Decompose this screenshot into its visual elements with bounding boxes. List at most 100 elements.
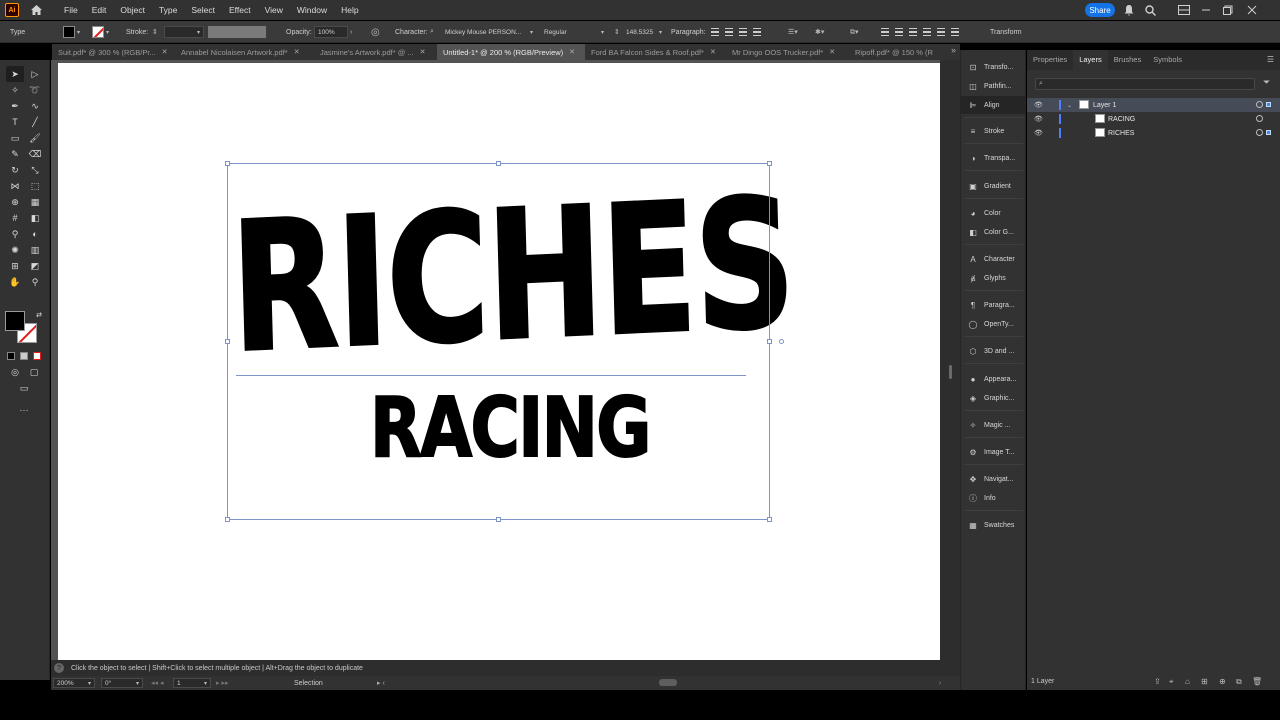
stepper-icon[interactable]: ⇕ — [614, 28, 620, 36]
selection-indicator[interactable] — [1266, 130, 1271, 135]
horizontal-scrollbar-thumb[interactable] — [659, 679, 677, 686]
zoom-tool-icon[interactable]: ⚲ — [26, 274, 44, 290]
vertical-align-top-icon[interactable] — [923, 28, 931, 36]
font-style-field[interactable]: Regular ▾ — [541, 26, 607, 38]
scale-tool-icon[interactable]: ⤡ — [26, 162, 44, 178]
previous-artboard-icon[interactable]: ◂◂ ◂ — [151, 679, 164, 687]
next-artboard-icon[interactable]: ▸ ▸▸ — [216, 679, 229, 687]
panel-gradient[interactable]: ▣ Gradient — [961, 177, 1025, 195]
tab-jasmine[interactable]: Jasmine's Artwork.pdf* @ ... ✕ — [314, 44, 437, 60]
menu-object[interactable]: Object — [113, 0, 152, 20]
close-icon[interactable]: ✕ — [569, 48, 575, 56]
panel-pathfinder[interactable]: ◫ Pathfin... — [961, 77, 1025, 95]
scroll-right-icon[interactable]: › — [939, 680, 941, 687]
layer-name[interactable]: Layer 1 — [1093, 102, 1116, 109]
horizontal-align-right-icon[interactable] — [909, 28, 917, 36]
panel-glyphs[interactable]: ⱥ Glyphs — [961, 269, 1025, 287]
fill-color-icon[interactable] — [5, 311, 25, 331]
panel-paragraph[interactable]: ¶ Paragra... — [961, 296, 1025, 314]
eyedropper-tool-icon[interactable]: ⚲ — [6, 226, 24, 242]
tab-symbols[interactable]: Symbols — [1147, 50, 1188, 70]
panel-opentype[interactable]: ◯ OpenTy... — [961, 315, 1025, 333]
resize-handle-right[interactable] — [767, 339, 772, 344]
tab-mr-dingo[interactable]: Mr Dingo OOS Trucker.pdf* ✕ — [726, 44, 849, 60]
layer-name[interactable]: RICHES — [1108, 130, 1134, 137]
resize-handle-top-left[interactable] — [225, 161, 230, 166]
scrollbar-thumb[interactable] — [949, 365, 952, 379]
sublayer-row[interactable]: 👁 RACING — [1027, 112, 1280, 126]
lasso-tool-icon[interactable]: ➰ — [26, 82, 44, 98]
perspective-grid-tool-icon[interactable]: ▦ — [26, 194, 44, 210]
symbol-sprayer-tool-icon[interactable]: ✺ — [6, 242, 24, 258]
color-mode-icon[interactable] — [7, 352, 15, 360]
tab-brushes[interactable]: Brushes — [1108, 50, 1148, 70]
shaper-tool-icon[interactable]: ✎ — [6, 146, 24, 162]
visibility-eye-icon[interactable]: 👁 — [1034, 115, 1043, 123]
gradient-tool-icon[interactable]: ◧ — [26, 210, 44, 226]
vertical-align-bottom-icon[interactable] — [951, 28, 959, 36]
panel-stroke[interactable]: ≡ Stroke — [961, 122, 1025, 140]
close-icon[interactable]: ✕ — [294, 48, 300, 56]
new-sublayer-icon[interactable]: ⊞ — [1201, 677, 1208, 686]
horizontal-align-left-icon[interactable] — [881, 28, 889, 36]
free-transform-tool-icon[interactable]: ⬚ — [26, 178, 44, 194]
panel-transform[interactable]: ⊡ Transfo... — [961, 58, 1025, 76]
puppet-warp-icon[interactable]: ✱▾ — [815, 28, 824, 36]
selection-tool-icon[interactable]: ➤ — [6, 66, 24, 82]
close-icon[interactable] — [1246, 4, 1258, 16]
gradient-mode-icon[interactable] — [20, 352, 28, 360]
bell-icon[interactable] — [1123, 4, 1135, 16]
stroke-weight-field[interactable]: ▾ — [164, 26, 204, 38]
menu-select[interactable]: Select — [184, 0, 222, 20]
tab-ford-falcon[interactable]: Ford BA Falcon Sides & Roof.pdf* ✕ — [585, 44, 726, 60]
paintbrush-tool-icon[interactable]: 🖌 — [26, 130, 44, 146]
selection-bounding-box[interactable] — [225, 161, 784, 522]
clipping-mask-icon[interactable]: ⌂ — [1185, 677, 1190, 686]
layer-row[interactable]: 👁 ⌄ Layer 1 — [1027, 98, 1280, 112]
align-left-icon[interactable] — [711, 28, 719, 36]
tab-properties[interactable]: Properties — [1027, 50, 1073, 70]
font-size-field[interactable]: 148.5325 ▾ — [623, 26, 665, 38]
new-layer-icon[interactable]: ⊕ — [1219, 677, 1226, 686]
close-icon[interactable]: ✕ — [420, 48, 426, 56]
rotate-tool-icon[interactable]: ↻ — [6, 162, 24, 178]
blend-tool-icon[interactable]: ◐ — [26, 226, 44, 242]
share-button[interactable]: Share — [1085, 3, 1115, 17]
align-center-icon[interactable] — [725, 28, 733, 36]
layer-name[interactable]: RACING — [1108, 116, 1135, 123]
tab-untitled-1[interactable]: Untitled-1* @ 200 % (RGB/Preview) ✕ — [437, 44, 585, 60]
artboard-navigation[interactable]: 1 ▾ — [173, 678, 211, 688]
restore-icon[interactable] — [1222, 4, 1234, 16]
menu-file[interactable]: File — [57, 0, 85, 20]
layers-search-input[interactable]: ⌕ — [1035, 78, 1255, 90]
close-icon[interactable]: ✕ — [710, 48, 716, 56]
horizontal-align-center-icon[interactable] — [895, 28, 903, 36]
shape-builder-tool-icon[interactable]: ⊕ — [6, 194, 24, 210]
panel-graphic-styles[interactable]: ◈ Graphic... — [961, 389, 1025, 407]
resize-handle-bottom-left[interactable] — [225, 517, 230, 522]
magic-wand-tool-icon[interactable]: ✧ — [6, 82, 24, 98]
none-mode-icon[interactable] — [33, 352, 41, 360]
hand-tool-icon[interactable]: ✋ — [6, 274, 24, 290]
tab-layers[interactable]: Layers — [1073, 50, 1108, 70]
tab-annabel[interactable]: Annabel Nicolaisen Artwork.pdf* ✕ — [175, 44, 314, 60]
panel-appearance[interactable]: ● Appeara... — [961, 370, 1025, 388]
filter-icon[interactable]: ⏷ — [1263, 77, 1270, 88]
rectangle-tool-icon[interactable]: ▭ — [6, 130, 24, 146]
duplicate-layer-icon[interactable]: ⧉ — [1236, 677, 1242, 687]
mesh-tool-icon[interactable]: # — [6, 210, 24, 226]
pen-tool-icon[interactable]: ✒ — [6, 98, 24, 114]
locate-object-icon[interactable]: ⌖ — [1169, 677, 1174, 687]
visibility-eye-icon[interactable]: 👁 — [1034, 129, 1043, 137]
panel-info[interactable]: ⓘ Info — [961, 489, 1025, 507]
line-tool-icon[interactable]: ╱ — [26, 114, 44, 130]
target-circle-icon[interactable] — [1256, 101, 1263, 108]
resize-handle-top[interactable] — [496, 161, 501, 166]
screen-mode-icon[interactable]: ▭ — [15, 380, 33, 396]
chevron-right-icon[interactable]: › — [350, 29, 352, 36]
panel-swatches[interactable]: ▦ Swatches — [961, 516, 1025, 534]
home-icon[interactable] — [29, 3, 43, 17]
tab-suit[interactable]: Suit.pdf* @ 300 % (RGB/Pr... ✕ — [52, 44, 175, 60]
collect-export-icon[interactable]: ⇪ — [1154, 677, 1161, 686]
panel-character[interactable]: A Character — [961, 250, 1025, 268]
